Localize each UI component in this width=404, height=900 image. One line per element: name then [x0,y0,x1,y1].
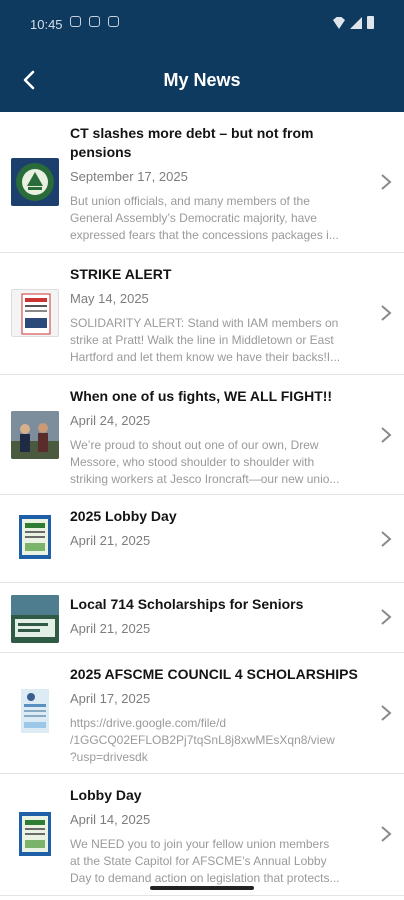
news-date: April 24, 2025 [70,413,151,428]
news-item[interactable]: 2025 AFSCME COUNCIL 4 SCHOLARSHIPS April… [0,653,404,774]
system-icons [333,16,374,29]
news-date: April 21, 2025 [70,621,151,636]
news-title: Local 714 Scholarships for Seniors [70,596,304,612]
signal-icon [350,17,362,29]
news-excerpt: SOLIDARITY ALERT: Stand with IAM members… [70,316,341,364]
news-thumbnail [11,411,59,459]
news-excerpt: https://drive.google.com/file/d /1GGCQ02… [70,716,335,764]
news-date: September 17, 2025 [70,169,188,184]
news-thumbnail [11,595,59,643]
news-item[interactable]: When one of us fights, WE ALL FIGHT!! Ap… [0,375,404,495]
wifi-icon [333,17,345,29]
news-thumbnail [11,158,59,206]
chevron-right-icon [381,609,392,625]
notification-icon [108,16,119,27]
chevron-right-icon [381,427,392,443]
notification-icon [89,16,100,27]
news-date: April 21, 2025 [70,533,151,548]
chevron-right-icon [381,705,392,721]
notification-icon [70,16,81,27]
news-thumbnail [11,810,59,858]
news-date: May 14, 2025 [70,291,149,306]
news-excerpt: But union officials, and many members of… [70,194,339,242]
app-bar: My News [0,50,404,112]
page-title: My News [163,70,241,90]
chevron-right-icon [381,174,392,190]
news-excerpt: We NEED you to join your fellow union me… [70,837,340,885]
news-thumbnail [11,289,59,337]
notification-icons [70,16,119,27]
status-bar: 10:45 [0,0,404,50]
news-title: STRIKE ALERT [70,266,172,282]
news-thumbnail [11,687,59,735]
news-title: 2025 Lobby Day [70,508,177,524]
news-list: CT slashes more debt – but not from pens… [0,112,404,896]
news-item[interactable]: STRIKE ALERT May 14, 2025 SOLIDARITY ALE… [0,253,404,375]
news-title: CT slashes more debt – but not from pens… [70,125,314,160]
news-excerpt: We’re proud to shout out one of our own,… [70,438,340,486]
battery-icon [367,16,374,29]
news-thumbnail [11,513,59,561]
news-item[interactable]: Local 714 Scholarships for Seniors April… [0,583,404,653]
chevron-right-icon [381,305,392,321]
home-indicator[interactable] [150,886,254,890]
news-title: When one of us fights, WE ALL FIGHT!! [70,388,333,404]
news-title: Lobby Day [70,787,142,803]
news-item[interactable]: CT slashes more debt – but not from pens… [0,112,404,253]
news-title: 2025 AFSCME COUNCIL 4 SCHOLARSHIPS [70,666,358,682]
news-item[interactable]: Lobby Day April 14, 2025 We NEED you to … [0,774,404,896]
status-time: 10:45 [30,17,63,32]
news-item[interactable]: 2025 Lobby Day April 21, 2025 [0,495,404,583]
chevron-right-icon [381,826,392,842]
news-date: April 14, 2025 [70,812,151,827]
news-date: April 17, 2025 [70,691,151,706]
chevron-right-icon [381,531,392,547]
